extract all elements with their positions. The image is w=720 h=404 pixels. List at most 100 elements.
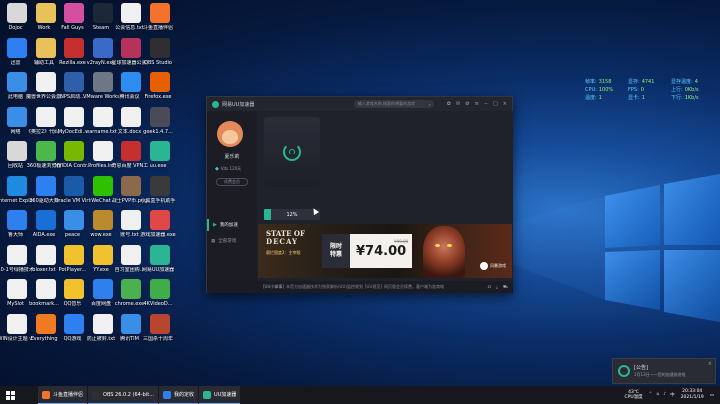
app-icon (35, 37, 56, 58)
desktop-icon[interactable]: geek1.4.7... (143, 106, 175, 135)
app-icon (35, 72, 56, 92)
app-icon (35, 210, 56, 230)
promo-banner[interactable]: STATE OF DECAY 腐烂国度2：主宰版 限时 特惠 ¥74.00 ¥9… (258, 224, 512, 278)
perf-cell: 下行: 1Kb/s (671, 94, 714, 102)
uu-notification-icon (618, 365, 630, 377)
desktop-icon-label: 三国杀十周年 (142, 335, 173, 342)
app-icon (64, 72, 84, 92)
perf-value: 100% (598, 87, 614, 93)
app-icon (64, 106, 84, 127)
nav-my-accelerations[interactable]: ▶ 我的加速 (207, 219, 257, 231)
app-icon (64, 210, 84, 230)
app-statusbar: [UU小掌事] 本官方加速器技术为独家解析(UU)监控收到 [UU规范] 网页版… (207, 281, 513, 293)
sale-price-box: 限时 特惠 ¥74.00 ¥99.00 (322, 234, 412, 268)
perf-cell: FPS: 0 (628, 86, 671, 94)
message-icon[interactable]: ✉ (456, 101, 460, 107)
taskbar-app[interactable]: 斗鱼直播伴侣 (38, 386, 88, 404)
desktop-icon[interactable]: 斗鱼直播伴侣 (143, 3, 175, 31)
app-icon (92, 175, 113, 196)
tip-text: 本官方加速器技术为独家解析(UU)监控收到 (285, 284, 363, 289)
cpu-temp-widget[interactable]: 43℃ CPU温度 (624, 390, 642, 400)
app-icon (121, 72, 141, 92)
taskbar-app[interactable]: OBS 26.0.2 (64-bit... (88, 386, 158, 404)
start-button[interactable] (0, 386, 20, 404)
desktop-icon[interactable]: 4KVideoD... (143, 279, 175, 307)
perf-key: FPS: (628, 87, 639, 93)
perf-cell: CPU: 100% (585, 86, 628, 94)
desktop-icon-label: geek1.4.7... (143, 128, 173, 135)
app-icon (7, 72, 27, 92)
perf-value: 1 (598, 95, 602, 101)
grid-icon: ▦ (211, 238, 216, 244)
cart-icon[interactable]: ⛟ (503, 284, 508, 290)
taskbar-apps: 斗鱼直播伴侣 OBS 26.0.2 (64-bit... 我的定收 UU加速器 (38, 386, 241, 404)
taskbar-app[interactable]: UU加速器 (198, 386, 241, 404)
game-card[interactable] (264, 117, 320, 187)
desktop-icon-label: 4KVideoD... (143, 301, 173, 307)
desktop-icon[interactable]: OBS Studio (144, 37, 175, 66)
app-icon (64, 141, 84, 161)
nav-all-games[interactable]: ▦ 全部游戏 (207, 235, 257, 247)
headset-icon[interactable]: ☊ (488, 284, 492, 290)
desktop-icon[interactable]: 游戏加速器.exe (140, 210, 176, 238)
windows-start-icon (5, 390, 15, 400)
app-icon (149, 210, 170, 230)
desktop-icon-label: 游戏加速器.exe (140, 232, 176, 238)
desktop-icon[interactable]: uu.exe (145, 141, 175, 169)
gift-icon[interactable]: ✿ (447, 101, 451, 107)
perf-row: 帧率: 3158 显存: 4741 显存温度: 4 (585, 78, 715, 86)
desktop-icon[interactable]: 网易UU加速器 (142, 244, 175, 273)
toast-notification[interactable]: [公告] 1月13日——您的加速前进啦 × (612, 358, 716, 384)
app-icon (35, 313, 56, 334)
app-icon (64, 175, 84, 196)
clock[interactable]: 20:33:04 2021/1/19 (681, 389, 704, 401)
notification-center-icon[interactable]: ▭ (710, 393, 714, 398)
tip-link[interactable]: [UU规范] (365, 284, 382, 290)
app-icon (35, 244, 56, 265)
app-icon (64, 3, 84, 23)
perf-cell: 显存温度: 4 (671, 78, 714, 86)
desktop-icon[interactable]: 小黑盒手机助手 (140, 175, 176, 204)
brand-logo-icon (480, 262, 488, 270)
desktop-icon[interactable]: Firefox.exe (144, 72, 175, 100)
app-icon (7, 210, 27, 230)
perf-value: 1Kb/s (684, 95, 699, 101)
app-icon (149, 37, 170, 58)
perf-key: 温度: (585, 95, 597, 101)
app-icon (7, 37, 27, 58)
notification-close-icon[interactable]: × (708, 361, 712, 367)
minimize-icon[interactable]: − (484, 101, 488, 107)
taskbar-app-label: UU加速器 (213, 392, 237, 398)
input-method-icon[interactable]: 中 (670, 392, 675, 398)
close-icon[interactable]: × (503, 101, 507, 107)
network-icon[interactable]: ⌂ (656, 392, 659, 398)
app-icon (149, 279, 170, 299)
app-icon (149, 72, 170, 92)
renew-member-button[interactable]: 续费会员 (216, 178, 248, 186)
volume-icon[interactable]: ♪ (663, 392, 666, 398)
game-search-input[interactable]: 输入游戏名称,搜索你想要的游戏 ⌕ (353, 100, 434, 108)
search-icon[interactable]: ⌕ (429, 102, 431, 107)
app-icon (121, 37, 141, 58)
sale-price: ¥74.00 ¥99.00 (356, 238, 409, 259)
chevron-up-icon[interactable]: ⌃ (649, 392, 653, 398)
avatar[interactable] (217, 121, 243, 147)
maximize-icon[interactable]: □ (493, 101, 498, 107)
perf-value: 1 (641, 95, 645, 101)
settings-icon[interactable]: ⚙ (465, 101, 469, 107)
desktop-icon-label: Firefox.exe (144, 94, 172, 100)
perf-value: 4741 (641, 79, 655, 85)
app-icon (149, 175, 170, 196)
app-icon (92, 37, 113, 58)
download-icon[interactable]: ⤓ (496, 284, 498, 290)
taskbar-app-icon (162, 390, 171, 399)
taskbar-app[interactable]: 我的定收 (158, 386, 198, 404)
menu-icon[interactable]: ≡ (475, 101, 479, 107)
desktop-icon[interactable]: 三国杀十周年 (143, 313, 175, 342)
desktop-icon-label: 网易UU加速器 (141, 266, 175, 273)
app-icon (7, 313, 27, 334)
taskbar-app-icon (202, 390, 211, 399)
perf-key: 显存: (628, 79, 640, 85)
app-icon (64, 279, 84, 299)
app-icon (92, 106, 113, 127)
